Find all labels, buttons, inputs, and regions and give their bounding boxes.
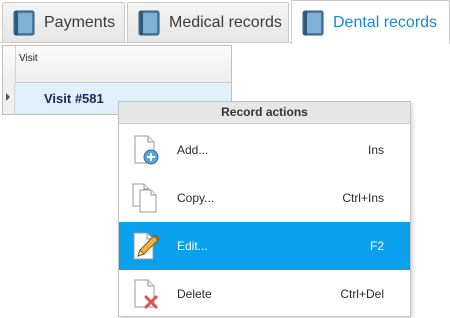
copy-documents-icon	[129, 182, 161, 214]
menu-title: Record actions	[119, 102, 410, 124]
book-icon	[138, 10, 160, 36]
menu-item-edit[interactable]: Edit... F2	[119, 222, 410, 270]
tab-medical-records-label: Medical records	[169, 13, 282, 31]
book-icon	[13, 10, 35, 36]
menu-item-delete-label: Delete	[177, 287, 212, 301]
grid-indicator-header	[3, 46, 15, 84]
tab-medical-records[interactable]: Medical records	[127, 2, 289, 42]
column-header-visit[interactable]: Visit	[15, 46, 231, 83]
menu-item-add-shortcut: Ins	[367, 143, 384, 157]
menu-item-delete[interactable]: Delete Ctrl+Del	[119, 270, 410, 318]
menu-item-edit-shortcut: F2	[369, 239, 384, 253]
tab-dental-records-label: Dental records	[333, 13, 438, 31]
record-actions-menu: Record actions Add... Ins Copy... Ctrl+I…	[118, 101, 411, 317]
menu-item-delete-shortcut: Ctrl+Del	[340, 287, 384, 301]
tab-payments[interactable]: Payments	[2, 2, 125, 42]
current-row-arrow-icon	[6, 93, 10, 101]
add-document-icon	[129, 134, 161, 166]
menu-item-copy-label: Copy...	[177, 191, 215, 205]
book-icon	[302, 10, 324, 36]
tab-dental-records[interactable]: Dental records	[291, 0, 450, 44]
delete-document-icon	[129, 278, 161, 310]
menu-item-add-label: Add...	[177, 143, 209, 157]
menu-item-copy-shortcut: Ctrl+Ins	[342, 191, 384, 205]
row-indicator[interactable]	[3, 83, 15, 114]
edit-pencil-icon	[129, 230, 161, 262]
menu-item-add[interactable]: Add... Ins	[119, 126, 410, 174]
tab-strip: Payments Medical records Dental records	[0, 0, 450, 45]
tab-payments-label: Payments	[44, 13, 116, 31]
menu-item-copy[interactable]: Copy... Ctrl+Ins	[119, 174, 410, 222]
menu-item-edit-label: Edit...	[177, 239, 208, 253]
